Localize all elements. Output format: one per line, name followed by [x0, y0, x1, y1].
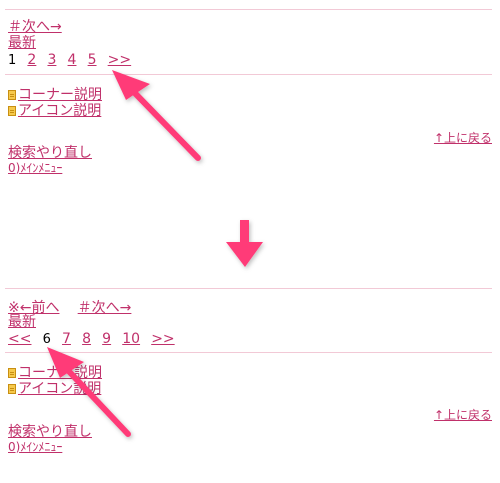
- pagination: << 6 7 8 9 10 >>: [8, 331, 182, 347]
- document-icon: [8, 384, 16, 394]
- icon-help-link[interactable]: アイコン説明: [18, 381, 101, 397]
- divider-top: [5, 288, 492, 289]
- page-2-link[interactable]: 2: [27, 52, 36, 68]
- divider-top: [5, 9, 492, 10]
- page-next-link[interactable]: >>: [151, 331, 174, 347]
- page-current: 1: [8, 53, 17, 68]
- back-to-top-link[interactable]: ↑上に戻る: [434, 131, 492, 145]
- page-8-link[interactable]: 8: [82, 331, 91, 347]
- pagination: 1 2 3 4 5 >>: [8, 52, 138, 68]
- divider-middle: [5, 74, 492, 75]
- panel-before: ＃次へ→ 最新 1 2 3 4 5 >> コーナー説明 アイコン説明 ↑上に戻る…: [0, 0, 500, 185]
- latest-link[interactable]: 最新: [8, 35, 36, 51]
- page-7-link[interactable]: 7: [62, 331, 71, 347]
- main-menu-link[interactable]: 0)ﾒｲﾝﾒﾆｭｰ: [8, 440, 62, 454]
- search-again-link[interactable]: 検索やり直し: [8, 424, 92, 440]
- icon-help-link[interactable]: アイコン説明: [18, 103, 101, 119]
- icon-help-row: アイコン説明: [8, 378, 101, 397]
- document-icon: [8, 106, 16, 116]
- main-menu-link[interactable]: 0)ﾒｲﾝﾒﾆｭｰ: [8, 161, 62, 175]
- page-prev-link[interactable]: <<: [8, 331, 31, 347]
- page-4-link[interactable]: 4: [68, 52, 77, 68]
- divider-middle: [5, 352, 492, 353]
- search-again-link[interactable]: 検索やり直し: [8, 145, 92, 161]
- back-to-top-link[interactable]: ↑上に戻る: [434, 408, 492, 422]
- icon-help-row: アイコン説明: [8, 100, 101, 119]
- panel-after: ※←前へ ＃次へ→ 最新 << 6 7 8 9 10 >> コーナー説明 アイコ…: [0, 285, 500, 475]
- next-link[interactable]: ＃次へ→: [8, 19, 62, 35]
- page-next-link[interactable]: >>: [108, 52, 131, 68]
- page-3-link[interactable]: 3: [47, 52, 56, 68]
- next-link[interactable]: ＃次へ→: [78, 300, 132, 316]
- page-9-link[interactable]: 9: [102, 331, 111, 347]
- down-arrow-icon: [226, 220, 263, 267]
- latest-link[interactable]: 最新: [8, 314, 36, 330]
- page-current: 6: [42, 332, 51, 347]
- document-icon: [8, 368, 16, 378]
- document-icon: [8, 90, 16, 100]
- page-10-link[interactable]: 10: [122, 331, 140, 347]
- page-5-link[interactable]: 5: [88, 52, 97, 68]
